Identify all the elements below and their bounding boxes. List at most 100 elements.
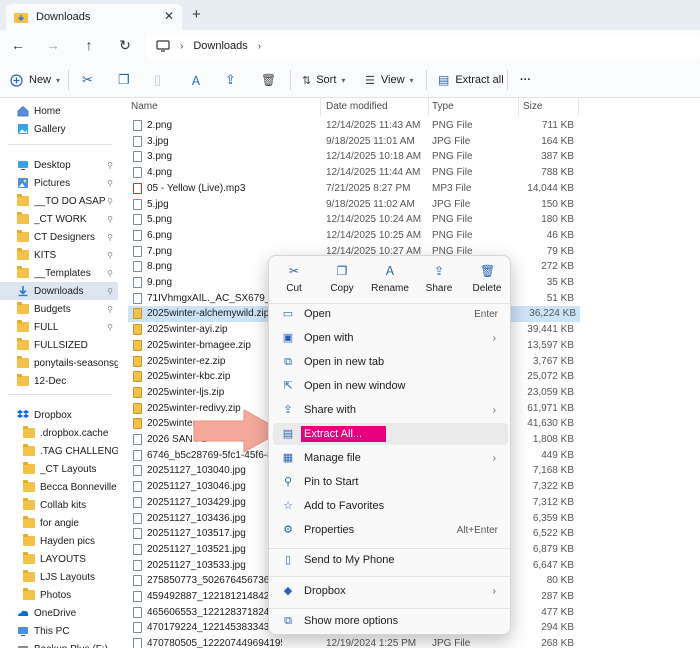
close-tab-icon[interactable]: ✕ bbox=[164, 9, 174, 23]
image-file-icon bbox=[133, 120, 142, 131]
file-row[interactable]: 3.png 12/14/2025 10:18 AM PNG File 387 KB bbox=[128, 149, 578, 165]
sidebar-item-budgets[interactable]: Budgets ⚲ bbox=[0, 300, 118, 318]
sidebar-item-fullsized[interactable]: FULLSIZED bbox=[0, 336, 118, 354]
sidebar-item-templates[interactable]: __Templates ⚲ bbox=[0, 264, 118, 282]
column-header-name[interactable]: Name bbox=[131, 101, 158, 112]
sidebar-item-full[interactable]: FULL ⚲ bbox=[0, 318, 118, 336]
file-row[interactable]: 05 - Yellow (Live).mp3 7/21/2025 8:27 PM M… bbox=[128, 181, 578, 197]
sidebar-item-collab-kits[interactable]: Collab kits bbox=[0, 496, 118, 514]
file-name: 2025winter-bmagee.zip bbox=[147, 339, 251, 351]
refresh-icon[interactable]: ↻ bbox=[116, 36, 134, 54]
column-header-type[interactable]: Type bbox=[432, 101, 454, 112]
copy-button[interactable]: ❐ bbox=[118, 71, 130, 89]
file-row[interactable]: 5.png 12/14/2025 10:24 AM PNG File 180 KB bbox=[128, 212, 578, 228]
forward-arrow-icon[interactable]: → bbox=[44, 36, 62, 54]
sidebar-item-label: Budgets bbox=[34, 303, 71, 315]
address-bar[interactable]: › Downloads › bbox=[146, 33, 700, 59]
sidebar-item-ct-layouts[interactable]: _CT Layouts bbox=[0, 460, 118, 478]
sidebar-item-home[interactable]: Home bbox=[0, 102, 118, 120]
rename-button[interactable]: Ａ bbox=[190, 71, 202, 89]
new-button[interactable]: New ▾ bbox=[10, 71, 60, 89]
sidebar-item-photos[interactable]: Photos bbox=[0, 586, 118, 604]
image-file-icon bbox=[133, 559, 142, 571]
file-name: 6.png bbox=[147, 229, 173, 241]
sort-button[interactable]: ⇅ Sort ▾ bbox=[302, 71, 345, 89]
sidebar-item-backup-plus-f[interactable]: Backup Plus (F:) bbox=[0, 640, 118, 648]
paste-button[interactable]: ▯ bbox=[154, 71, 161, 89]
sidebar-item-tag-challenge-2[interactable]: .TAG CHALLENGE 2 bbox=[0, 442, 118, 460]
sidebar-item-ljs-layouts[interactable]: LJS Layouts bbox=[0, 568, 118, 586]
menu-item-open-with[interactable]: ▣ Open with › bbox=[273, 327, 508, 349]
back-arrow-icon[interactable]: ← bbox=[9, 36, 27, 54]
delete-button[interactable]: 🗑 bbox=[261, 71, 276, 89]
file-row[interactable]: 2.png 12/14/2025 11:43 AM PNG File 711 KB bbox=[128, 118, 578, 134]
sidebar-item-layouts[interactable]: LAYOUTS bbox=[0, 550, 118, 568]
view-button[interactable]: ☰ View ▾ bbox=[365, 71, 414, 89]
sidebar-item-for-angie[interactable]: for angie bbox=[0, 514, 118, 532]
image-file-icon bbox=[133, 622, 142, 634]
context-menu: ✂ Cut ❐ Copy Ａ Rename ⇪ Share 🗑 Delete ▭ Open Enter ▣… bbox=[268, 255, 511, 635]
sidebar-item-dropbox[interactable]: Dropbox bbox=[0, 406, 118, 424]
sidebar-item-12-dec[interactable]: 12-Dec bbox=[0, 372, 118, 390]
sidebar-item-pictures[interactable]: Pictures ⚲ bbox=[0, 174, 118, 192]
column-header-date[interactable]: Date modified bbox=[326, 101, 388, 112]
menu-item-dropbox[interactable]: ◆ Dropbox › bbox=[273, 580, 508, 602]
extract-all-button[interactable]: ▤ Extract all bbox=[438, 71, 504, 89]
sidebar-item-becca-bonneville-c1[interactable]: Becca Bonneville C1 bbox=[0, 478, 118, 496]
menu-item-label: Pin to Start bbox=[304, 476, 359, 488]
sidebar-item-ct-work[interactable]: _CT WORK ⚲ bbox=[0, 210, 118, 228]
share-action-button[interactable]: ⇪ Share bbox=[416, 264, 462, 304]
sidebar-item-ct-designers[interactable]: CT Designers ⚲ bbox=[0, 228, 118, 246]
file-date: 12/14/2025 11:44 AM bbox=[326, 167, 421, 179]
file-name: 2025winter-alchemywild.zip bbox=[147, 308, 270, 320]
file-row[interactable]: 6.png 12/14/2025 10:25 AM PNG File 46 KB bbox=[128, 228, 578, 244]
sidebar-item-this-pc[interactable]: This PC bbox=[0, 622, 118, 640]
menu-item-add-to-favorites[interactable]: ☆ Add to Favorites bbox=[273, 495, 508, 517]
file-type: JPG File bbox=[432, 638, 471, 648]
image-file-icon bbox=[133, 167, 142, 179]
menu-item-send-to-my-phone[interactable]: ▯ Send to My Phone bbox=[273, 549, 508, 571]
new-tab-button[interactable]: + bbox=[192, 6, 201, 23]
menu-item-manage-file[interactable]: ▦ Manage file › bbox=[273, 447, 508, 469]
sidebar-item-dropbox-cache[interactable]: .dropbox.cache bbox=[0, 424, 118, 442]
file-date: 9/18/2025 11:02 AM bbox=[326, 198, 415, 210]
breadcrumb-downloads[interactable]: Downloads bbox=[193, 40, 247, 52]
menu-item-label: Properties bbox=[304, 524, 355, 536]
menu-item-show-more-options[interactable]: ⧉ Show more options bbox=[273, 610, 508, 632]
up-arrow-icon[interactable]: ↑ bbox=[80, 36, 98, 54]
menu-item-open[interactable]: ▭ Open Enter bbox=[273, 303, 508, 325]
file-row[interactable]: 470780505_1222074496941957685424301... 12… bbox=[128, 636, 578, 648]
menu-item-properties[interactable]: ⚙ Properties Alt+Enter bbox=[273, 519, 508, 541]
file-row[interactable]: 5.jpg 9/18/2025 11:02 AM JPG File 150 KB bbox=[128, 197, 578, 213]
menu-item-open-in-new-tab[interactable]: ⧉ Open in new tab bbox=[273, 351, 508, 373]
file-row[interactable]: 3.jpg 9/18/2025 11:01 AM JPG File 164 KB bbox=[128, 134, 578, 150]
sidebar-item-gallery[interactable]: Gallery bbox=[0, 120, 118, 138]
sidebar-item-kits[interactable]: KITS ⚲ bbox=[0, 246, 118, 264]
sidebar-item-hayden-pics[interactable]: Hayden pics bbox=[0, 532, 118, 550]
rename-action-button[interactable]: Ａ Rename bbox=[367, 264, 413, 304]
copy-action-button[interactable]: ❐ Copy bbox=[319, 264, 365, 304]
new-window-icon: ⇱ bbox=[283, 380, 293, 392]
share-button[interactable]: ⇪ bbox=[225, 71, 236, 89]
menu-item-pin-to-start[interactable]: ⚲ Pin to Start bbox=[273, 471, 508, 493]
tab-downloads[interactable]: Downloads ✕ bbox=[6, 4, 182, 30]
pin-icon: ⚲ bbox=[107, 250, 113, 260]
column-header-size[interactable]: Size bbox=[523, 101, 542, 112]
zip-file-icon bbox=[133, 402, 142, 414]
cut-button[interactable]: ✂ bbox=[82, 71, 93, 89]
delete-action-button[interactable]: 🗑 Delete bbox=[464, 264, 510, 304]
file-name: 470179224_1221453833435349 bbox=[147, 622, 282, 634]
sidebar-item-downloads[interactable]: Downloads ⚲ bbox=[0, 282, 118, 300]
image-file-icon bbox=[133, 606, 142, 618]
cut-action-button[interactable]: ✂ Cut bbox=[271, 264, 317, 304]
file-row[interactable]: 4.png 12/14/2025 11:44 AM PNG File 788 KB bbox=[128, 165, 578, 181]
sidebar-item-onedrive[interactable]: OneDrive bbox=[0, 604, 118, 622]
sidebar-item-ponytails-seasonsgre[interactable]: ponytails-seasonsgre bbox=[0, 354, 118, 372]
menu-item-open-in-new-window[interactable]: ⇱ Open in new window bbox=[273, 375, 508, 397]
sidebar-item-desktop[interactable]: Desktop ⚲ bbox=[0, 156, 118, 174]
folder-icon bbox=[23, 570, 35, 582]
menu-item-share-with[interactable]: ⇪ Share with › bbox=[273, 399, 508, 421]
menu-item-extract-all[interactable]: ▤ Extract All... bbox=[273, 423, 508, 445]
sidebar-item-to-do-asap[interactable]: __TO DO ASAP ⚲ bbox=[0, 192, 118, 210]
more-options-button[interactable]: ··· bbox=[520, 71, 531, 89]
